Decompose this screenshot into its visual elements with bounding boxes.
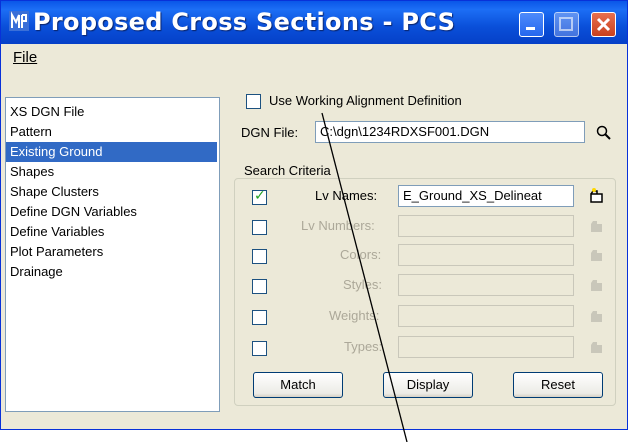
callout-line bbox=[321, 112, 408, 442]
